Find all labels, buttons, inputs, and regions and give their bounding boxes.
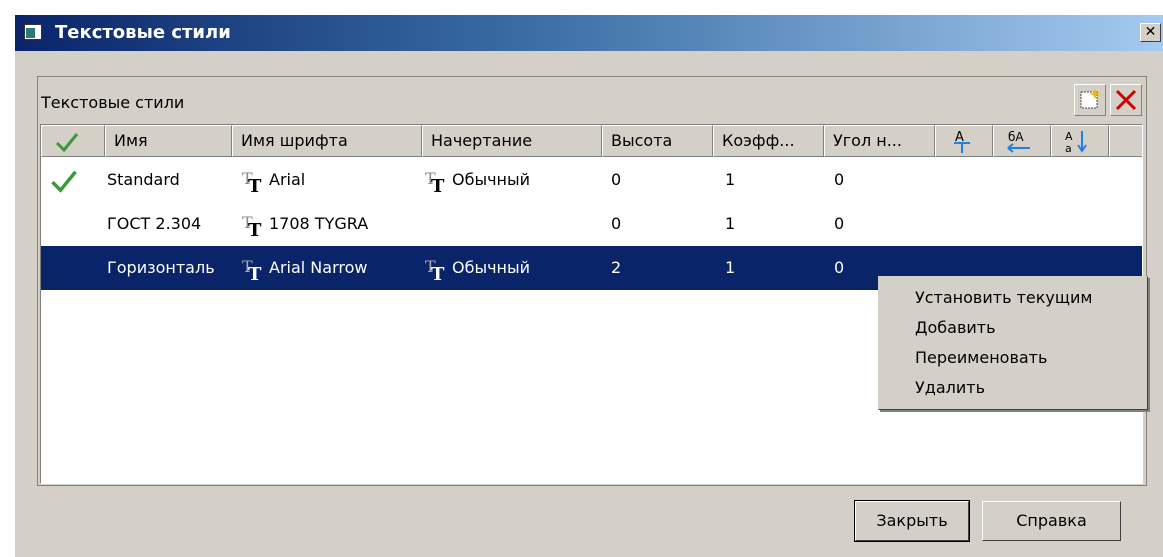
column-height[interactable]: Высота xyxy=(602,125,713,157)
delete-style-button[interactable] xyxy=(1110,84,1142,116)
row-font-label: 1708 TYGRA xyxy=(269,214,369,233)
row-coefficient: 1 xyxy=(725,258,736,277)
truetype-font-icon: T T xyxy=(242,257,262,282)
check-icon xyxy=(51,170,77,193)
row-height: 0 xyxy=(611,214,622,233)
svg-text:T: T xyxy=(248,176,262,194)
row-angle: 0 xyxy=(834,214,845,233)
align-icon: A xyxy=(954,130,970,153)
row-coefficient: 1 xyxy=(725,170,736,189)
svg-text:бА: бА xyxy=(1008,130,1024,144)
truetype-font-icon: T T xyxy=(425,169,445,194)
column-current[interactable] xyxy=(41,125,105,157)
window-title: Текстовые стили xyxy=(55,22,231,43)
column-align[interactable]: A xyxy=(935,125,993,157)
row-font-label: Arial Narrow xyxy=(269,258,368,277)
case-icon: бА xyxy=(1007,130,1030,153)
row-font: T T 1708 TYGRA xyxy=(241,202,421,246)
svg-text:a: a xyxy=(1065,142,1072,155)
row-font: T T Arial Narrow xyxy=(241,246,421,290)
context-menu: Установить текущим Добавить Переименоват… xyxy=(878,276,1148,410)
row-angle: 0 xyxy=(834,170,845,189)
row-name: Горизонталь xyxy=(107,258,215,277)
row-coefficient: 1 xyxy=(725,214,736,233)
row-height: 0 xyxy=(611,170,622,189)
group-label: Текстовые стили xyxy=(41,93,185,112)
svg-text:T: T xyxy=(431,264,445,282)
row-style: T T Обычный xyxy=(424,158,602,202)
svg-text:T: T xyxy=(248,264,262,282)
sort-icon: A a xyxy=(1065,130,1087,155)
new-style-button[interactable] xyxy=(1074,84,1106,116)
svg-text:T: T xyxy=(248,220,262,238)
column-coefficient[interactable]: Коэфф... xyxy=(713,125,824,157)
menu-item-add[interactable]: Добавить xyxy=(915,318,996,337)
menu-item-delete[interactable]: Удалить xyxy=(915,378,985,397)
menu-item-set-current[interactable]: Установить текущим xyxy=(915,288,1092,307)
truetype-font-icon: T T xyxy=(242,169,262,194)
row-font-label: Arial xyxy=(269,170,306,189)
help-button[interactable]: Справка xyxy=(982,501,1121,541)
app-icon xyxy=(24,24,42,40)
row-style-label: Обычный xyxy=(452,170,531,189)
column-angle[interactable]: Угол н... xyxy=(824,125,935,157)
table-row[interactable]: ГОСТ 2.304 T T 1708 TYGRA 0 1 0 xyxy=(41,202,1142,246)
column-sort[interactable]: A a xyxy=(1051,125,1109,157)
new-style-icon xyxy=(1080,89,1101,109)
row-style: T T Обычный xyxy=(424,246,602,290)
row-style xyxy=(424,202,602,246)
column-case[interactable]: бА xyxy=(993,125,1051,157)
truetype-font-icon: T T xyxy=(242,213,262,238)
row-name: Standard xyxy=(107,170,180,189)
current-check xyxy=(49,158,99,202)
close-window-button[interactable]: ✕ xyxy=(1140,23,1161,42)
close-button[interactable]: Закрыть xyxy=(854,500,970,542)
check-icon xyxy=(55,132,79,152)
truetype-font-icon: T T xyxy=(425,257,445,282)
row-style-label: Обычный xyxy=(452,258,531,277)
table-row[interactable]: Standard T T Arial T T Обычный 0 1 0 xyxy=(41,158,1142,202)
row-name: ГОСТ 2.304 xyxy=(107,214,202,233)
delete-style-icon xyxy=(1115,89,1137,111)
svg-text:T: T xyxy=(431,176,445,194)
row-height: 2 xyxy=(611,258,622,277)
menu-item-rename[interactable]: Переименовать xyxy=(915,348,1047,367)
column-style[interactable]: Начертание xyxy=(422,125,602,157)
title-bar[interactable]: Текстовые стили ✕ xyxy=(15,15,1163,51)
column-name[interactable]: Имя xyxy=(105,125,232,157)
column-spacer xyxy=(1109,125,1142,157)
row-font: T T Arial xyxy=(241,158,421,202)
column-font-name[interactable]: Имя шрифта xyxy=(232,125,422,157)
